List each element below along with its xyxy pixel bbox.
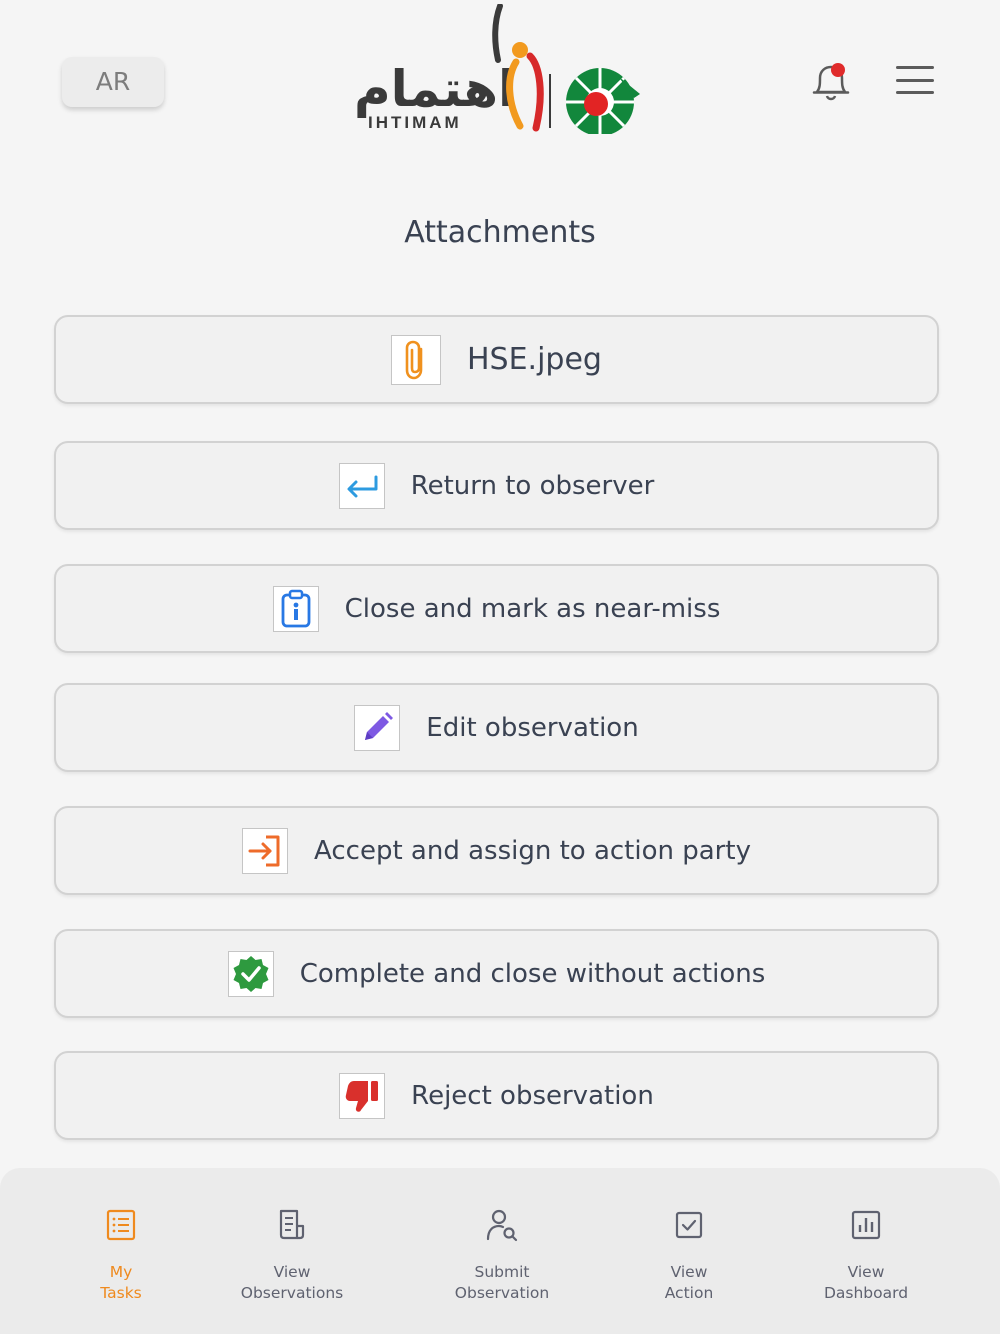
accept-assign-label: Accept and assign to action party (314, 835, 751, 866)
nav-view-action[interactable]: View Action (609, 1208, 769, 1304)
user-search-icon (486, 1209, 518, 1242)
nav-my-tasks-line2: Tasks (100, 1284, 142, 1302)
complete-close-label: Complete and close without actions (299, 958, 766, 989)
nav-my-tasks-line1: My (109, 1263, 133, 1281)
nav-view-dashboard-line1: View (847, 1263, 885, 1281)
edit-observation-label: Edit observation (426, 712, 639, 743)
task-list-icon (106, 1209, 136, 1241)
return-arrow-icon (338, 462, 385, 509)
edit-observation-button[interactable]: Edit observation (54, 683, 939, 772)
notification-bell-icon[interactable] (808, 60, 854, 102)
attachment-file-button[interactable]: HSE.jpeg (54, 315, 939, 404)
reject-observation-label: Reject observation (411, 1080, 654, 1111)
close-near-miss-label: Close and mark as near-miss (344, 593, 721, 624)
return-to-observer-button[interactable]: Return to observer (54, 441, 939, 530)
language-toggle-button[interactable]: AR (62, 57, 164, 107)
nav-view-dashboard-line2: Dashboard (823, 1284, 909, 1302)
paperclip-icon (391, 334, 441, 385)
hamburger-menu-icon[interactable] (896, 66, 934, 96)
info-clipboard-icon (272, 585, 319, 632)
bottom-navigation: My Tasks View Observations Submit Observ… (0, 1168, 1000, 1334)
attachment-filename: HSE.jpeg (467, 342, 602, 377)
thumbs-down-icon (339, 1072, 386, 1119)
nav-submit-observation[interactable]: Submit Observation (422, 1208, 582, 1304)
nav-view-observations-line1: View (273, 1263, 311, 1281)
nav-view-action-line2: Action (664, 1284, 714, 1302)
return-to-observer-label: Return to observer (410, 470, 655, 501)
verified-badge-icon (227, 950, 274, 997)
svg-text:اهتمام: اهتمام (354, 60, 515, 118)
pencil-icon (354, 704, 401, 751)
sign-in-arrow-icon (242, 827, 289, 874)
document-list-icon (279, 1209, 305, 1240)
notification-dot (831, 63, 845, 77)
nav-view-observations-line2: Observations (240, 1284, 344, 1302)
reject-observation-button[interactable]: Reject observation (54, 1051, 939, 1140)
nav-view-dashboard[interactable]: View Dashboard (786, 1208, 946, 1304)
page-title: Attachments (404, 215, 596, 250)
bar-chart-icon (851, 1210, 881, 1240)
nav-view-observations[interactable]: View Observations (212, 1208, 372, 1304)
checkbox-icon (675, 1211, 703, 1239)
complete-close-button[interactable]: Complete and close without actions (54, 929, 939, 1018)
close-near-miss-button[interactable]: Close and mark as near-miss (54, 564, 939, 653)
logo-wordmark: IHTIMAM (368, 113, 462, 132)
nav-submit-observation-line1: Submit (474, 1263, 530, 1281)
nav-submit-observation-line2: Observation (454, 1284, 550, 1302)
nav-view-action-line1: View (670, 1263, 708, 1281)
ihtimam-logo: اهتمام IHTIMAM (348, 3, 644, 136)
accept-assign-button[interactable]: Accept and assign to action party (54, 806, 939, 895)
nav-my-tasks[interactable]: My Tasks (41, 1208, 201, 1304)
